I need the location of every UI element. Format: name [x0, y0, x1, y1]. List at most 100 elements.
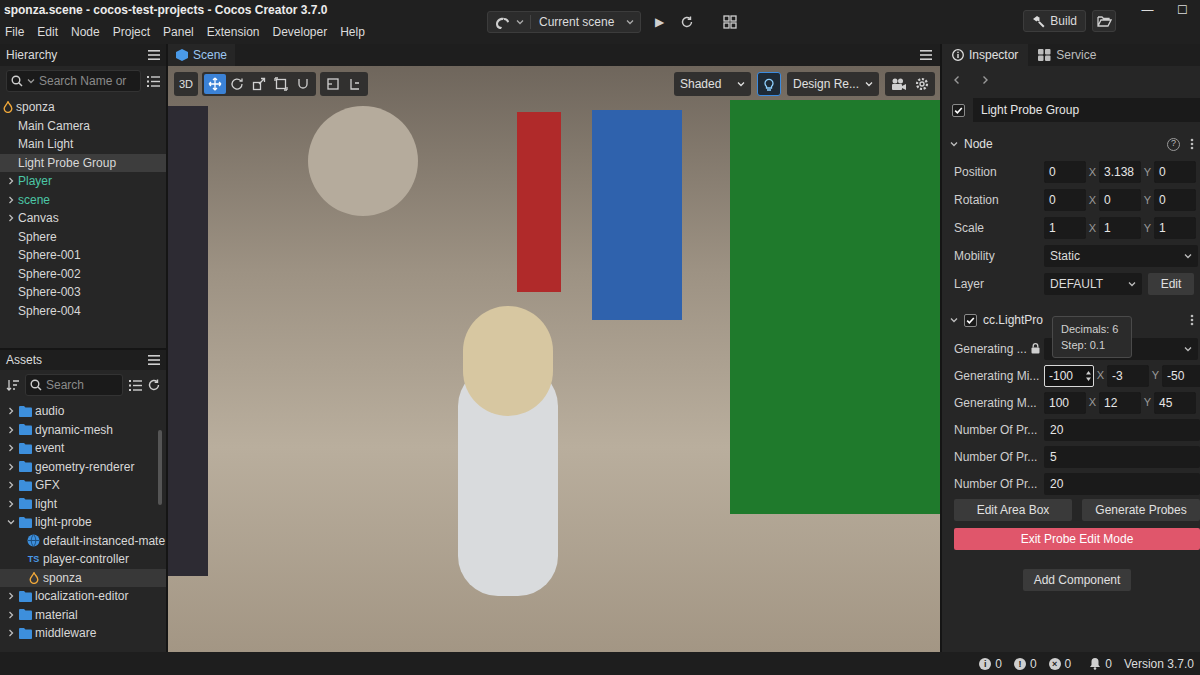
expand-toggle[interactable] [6, 213, 16, 223]
hierarchy-item[interactable]: Sphere-003 [0, 283, 166, 302]
asset-item[interactable]: material [0, 606, 166, 625]
asset-item[interactable]: light [0, 495, 166, 514]
notifications[interactable]: 0 [1089, 655, 1112, 673]
tool-button[interactable] [322, 74, 344, 94]
expand-toggle[interactable] [6, 610, 16, 620]
number-field[interactable]: 0 [1044, 189, 1086, 211]
node-active-checkbox[interactable] [952, 104, 965, 117]
number-field[interactable]: -3 [1107, 365, 1149, 387]
scene-tab[interactable]: Scene [168, 44, 235, 66]
build-button[interactable]: Build [1023, 10, 1086, 32]
resolution-dropdown[interactable]: Design Re... [787, 72, 879, 96]
edit-layer-button[interactable]: Edit [1148, 273, 1194, 295]
search-box[interactable] [25, 374, 123, 396]
panel-tab[interactable]: Inspector [942, 44, 1028, 66]
search-box[interactable] [6, 70, 141, 92]
refresh-button[interactable] [677, 11, 697, 33]
exit-probe-edit-button[interactable]: Exit Probe Edit Mode [954, 528, 1200, 550]
number-field[interactable]: 12 [1099, 392, 1141, 414]
number-field[interactable]: 20 [1044, 419, 1200, 441]
panel-tab[interactable]: Service [1028, 44, 1106, 66]
number-field[interactable]: 3.138 [1099, 161, 1141, 183]
number-field[interactable]: 0 [1154, 161, 1196, 183]
number-field[interactable]: 45 [1154, 392, 1196, 414]
hierarchy-item[interactable]: Sphere-004 [0, 302, 166, 321]
hierarchy-item[interactable]: sponza [0, 98, 166, 117]
tool-button[interactable] [248, 74, 270, 94]
hierarchy-item[interactable]: Player [0, 172, 166, 191]
asset-item[interactable]: sponza [0, 569, 166, 588]
expand-toggle[interactable] [6, 176, 16, 186]
help-button[interactable]: ? [1167, 138, 1180, 151]
scene-viewport[interactable]: 3D Shaded Design Re... [168, 66, 940, 652]
tool-button[interactable] [204, 74, 226, 94]
number-field[interactable]: 100 [1044, 392, 1086, 414]
expand-toggle[interactable] [6, 628, 16, 638]
camera-options[interactable] [885, 72, 935, 96]
view-mode-button[interactable]: 3D [174, 72, 198, 96]
asset-item[interactable]: audio [0, 402, 166, 421]
shading-dropdown[interactable]: Shaded [674, 72, 751, 96]
menu-item[interactable]: Help [340, 23, 365, 41]
asset-item[interactable]: default-instanced-mate [0, 532, 166, 551]
component-enabled-checkbox[interactable] [964, 314, 977, 327]
forward-button[interactable] [980, 75, 990, 85]
add-component-button[interactable]: Add Component [1023, 569, 1131, 591]
hierarchy-item[interactable]: scene [0, 191, 166, 210]
number-field[interactable]: 0 [1099, 189, 1141, 211]
open-folder-button[interactable] [1092, 10, 1116, 32]
dropdown[interactable]: Static [1044, 245, 1198, 267]
maximize-button[interactable]: ☐ [1165, 0, 1200, 20]
menu-item[interactable]: Edit [37, 23, 58, 41]
scene-selector[interactable]: Current scene [487, 11, 641, 33]
hierarchy-item[interactable]: Sphere-001 [0, 246, 166, 265]
node-name-field[interactable]: Light Probe Group [973, 98, 1200, 122]
number-field[interactable]: 1 [1154, 217, 1196, 239]
hierarchy-item[interactable]: Sphere [0, 228, 166, 247]
number-field[interactable]: -50 [1162, 365, 1200, 387]
play-button[interactable]: ▶ [649, 11, 669, 33]
asset-item[interactable]: localization-editor [0, 587, 166, 606]
scrollbar-thumb[interactable] [158, 430, 162, 505]
menu-item[interactable]: Panel [163, 23, 194, 41]
expand-toggle[interactable] [6, 591, 16, 601]
asset-item[interactable]: geometry-renderer [0, 458, 166, 477]
number-field[interactable]: 0 [1044, 161, 1086, 183]
message-count[interactable]: !0 [1014, 655, 1037, 673]
more-button[interactable] [1190, 314, 1194, 326]
tool-button[interactable] [226, 74, 248, 94]
hierarchy-item[interactable]: Main Light [0, 135, 166, 154]
expand-toggle[interactable] [6, 443, 16, 453]
menu-item[interactable]: Project [113, 23, 150, 41]
preview-button[interactable] [719, 11, 741, 33]
asset-item[interactable]: event [0, 439, 166, 458]
number-field[interactable]: 1 [1044, 217, 1086, 239]
expand-toggle[interactable] [6, 480, 16, 490]
expand-toggle[interactable] [6, 517, 16, 527]
expand-toggle[interactable] [6, 462, 16, 472]
message-count[interactable]: i0 [979, 655, 1002, 673]
menu-item[interactable]: Extension [207, 23, 260, 41]
asset-item[interactable]: GFX [0, 476, 166, 495]
tool-button[interactable] [292, 74, 314, 94]
hierarchy-item[interactable]: Sphere-002 [0, 265, 166, 284]
minimize-button[interactable]: — [1130, 0, 1165, 20]
asset-item[interactable]: TSplayer-controller [0, 550, 166, 569]
menu-item[interactable]: Node [71, 23, 100, 41]
expand-toggle[interactable] [6, 195, 16, 205]
number-field[interactable]: -100 [1044, 365, 1094, 387]
tool-button[interactable] [270, 74, 292, 94]
number-field[interactable]: 0 [1154, 189, 1196, 211]
section-header[interactable]: Node? [942, 132, 1200, 156]
lighting-toggle[interactable] [757, 72, 781, 96]
expand-toggle[interactable] [6, 425, 16, 435]
expand-toggle[interactable] [6, 499, 16, 509]
number-field[interactable]: 1 [1099, 217, 1141, 239]
number-field[interactable]: 5 [1044, 446, 1200, 468]
dropdown[interactable]: DEFAULT [1044, 273, 1142, 295]
asset-item[interactable]: middleware [0, 624, 166, 643]
hierarchy-item[interactable]: Main Camera [0, 117, 166, 136]
message-count[interactable]: ×0 [1049, 655, 1072, 673]
more-button[interactable] [1190, 138, 1194, 150]
action-button[interactable]: Generate Probes [1082, 499, 1200, 521]
